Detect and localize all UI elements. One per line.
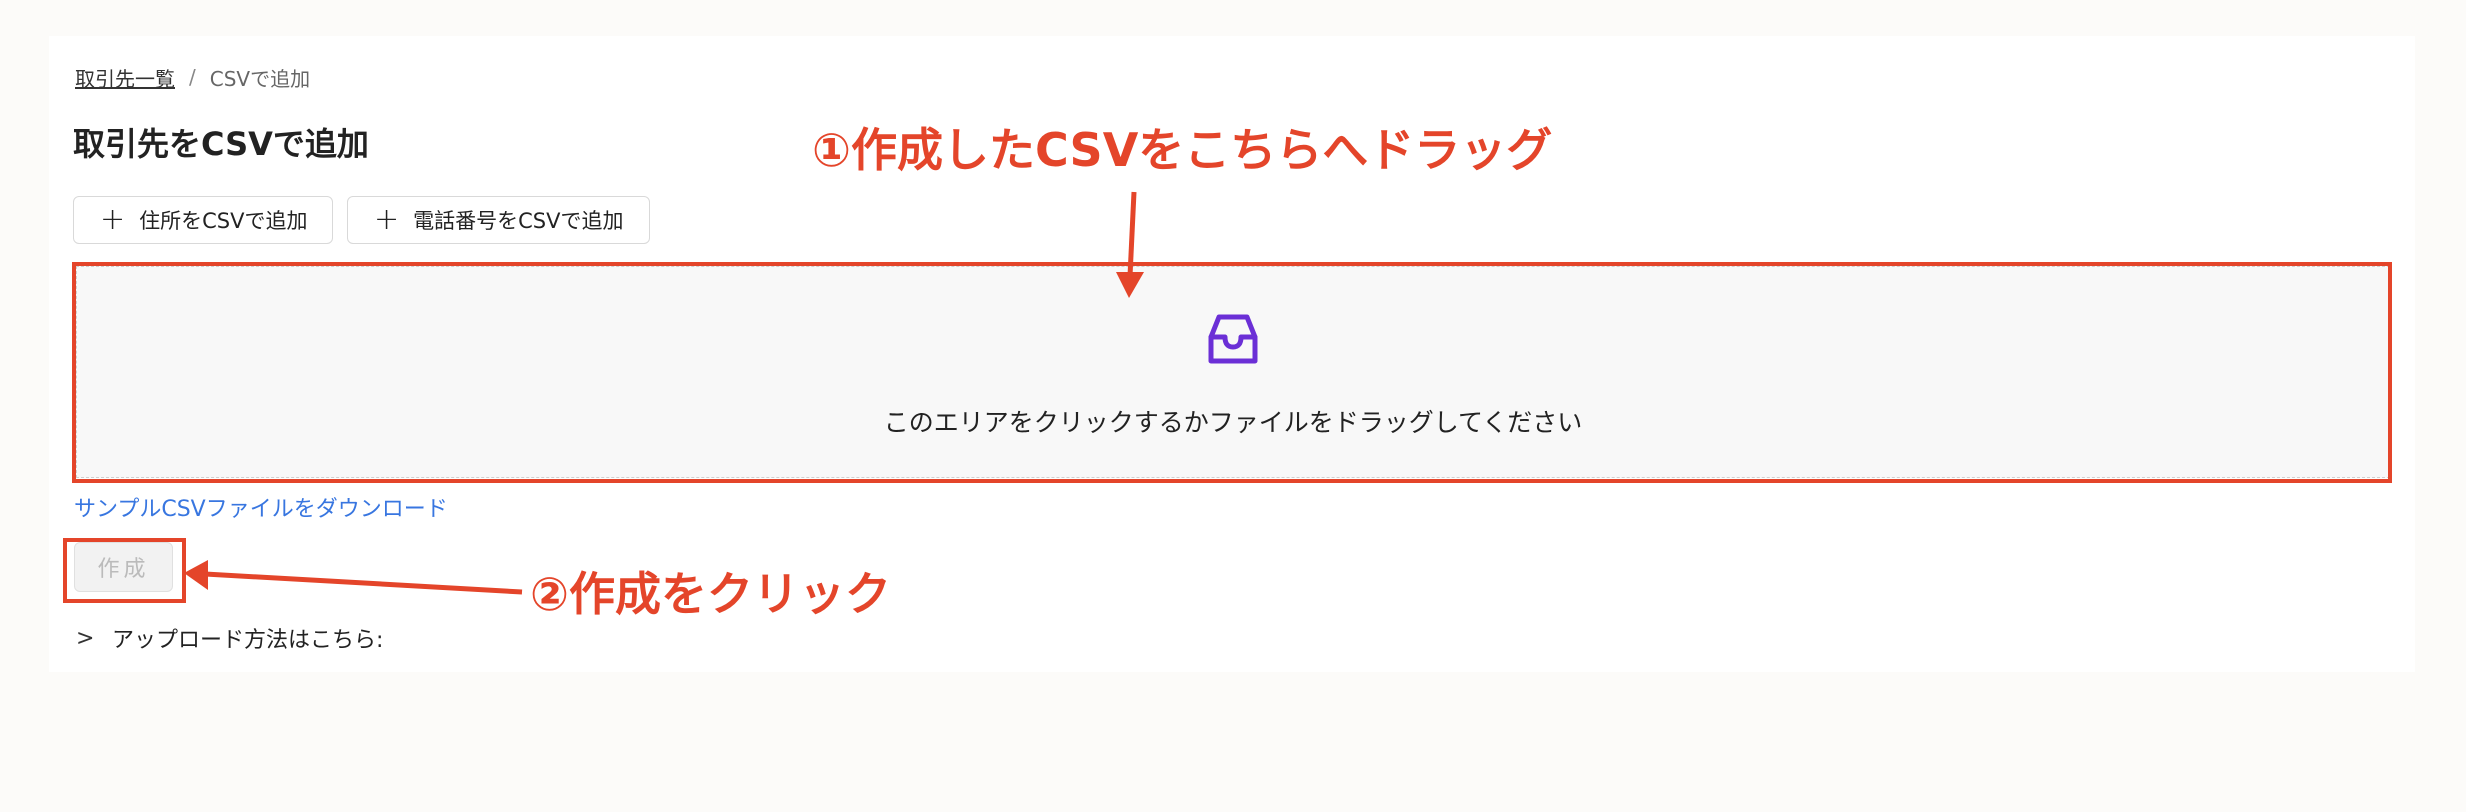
add-phone-csv-button[interactable]: + 電話番号をCSVで追加 — [347, 196, 650, 244]
breadcrumb: 取引先一覧 / CSVで追加 — [75, 62, 310, 92]
add-address-csv-label: 住所をCSVで追加 — [139, 209, 308, 233]
download-sample-csv-link[interactable]: サンプルCSVファイルをダウンロード — [74, 491, 448, 523]
upload-help-toggle[interactable]: > アップロード方法はこちら: — [76, 622, 383, 654]
annotation-dropzone-highlight — [72, 262, 2392, 483]
annotation-step1-text: ①作成したCSVをこちらへドラッグ — [812, 123, 1553, 177]
plus-icon: + — [100, 202, 126, 237]
annotation-step2-text: ②作成をクリック — [530, 567, 891, 621]
chevron-right-icon: > — [76, 625, 95, 651]
upload-help-label: アップロード方法はこちら: — [112, 628, 384, 653]
annotation-create-highlight — [63, 538, 186, 603]
add-address-csv-button[interactable]: + 住所をCSVで追加 — [73, 196, 333, 244]
breadcrumb-parent-link[interactable]: 取引先一覧 — [75, 63, 175, 92]
plus-icon: + — [374, 202, 400, 237]
page-title: 取引先をCSVで追加 — [73, 125, 369, 163]
breadcrumb-current: CSVで追加 — [209, 66, 311, 91]
add-phone-csv-label: 電話番号をCSVで追加 — [413, 209, 624, 233]
breadcrumb-separator: / — [189, 65, 196, 89]
